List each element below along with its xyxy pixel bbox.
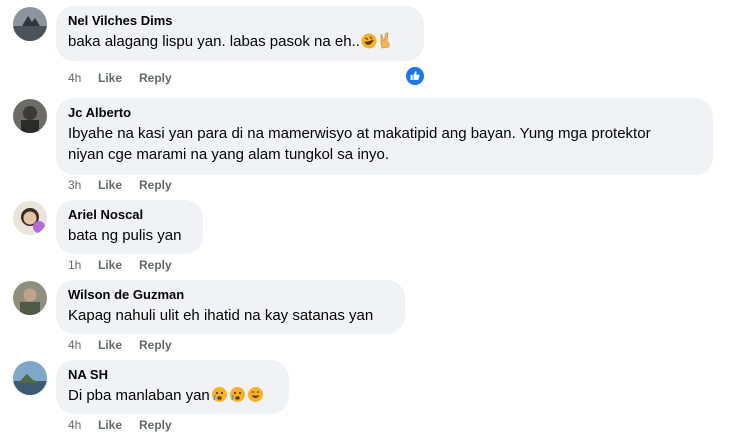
comment-text-content: baka alagang lispu yan. labas pasok na e…: [68, 33, 360, 50]
avatar[interactable]: [13, 281, 47, 315]
comment-text: Kapag nahuli ulit eh ihatid na kay satan…: [68, 307, 374, 324]
comment-author[interactable]: Jc Alberto: [68, 105, 701, 121]
victory-hand-emoji: [378, 32, 392, 55]
comment-timestamp[interactable]: 4h: [68, 338, 98, 352]
rolling-on-floor-laughing-emoji: [361, 33, 377, 55]
avatar[interactable]: [13, 7, 47, 41]
comment-actions: 1h Like Reply: [68, 258, 189, 272]
like-button[interactable]: Like: [98, 338, 122, 352]
comment-text: baka alagang lispu yan. labas pasok na e…: [68, 31, 412, 55]
comment-text-line: niyan cge marami na yang alam tungkol sa…: [68, 146, 390, 163]
grinning-face-emoji: [247, 386, 264, 409]
avatar[interactable]: [13, 361, 47, 395]
comment-actions: 3h Like Reply: [68, 178, 189, 192]
crying-face-emoji: [211, 386, 228, 409]
comment-text: Di pba manlaban yan: [68, 385, 277, 409]
reply-button[interactable]: Reply: [139, 71, 172, 85]
comment-actions: 4h Like Reply: [68, 71, 189, 85]
comment-bubble: NA SH Di pba manlaban yan: [56, 360, 289, 414]
comment-actions: 4h Like Reply: [68, 338, 189, 352]
comment-timestamp[interactable]: 4h: [68, 71, 98, 85]
comment-bubble: Ariel Noscal bata ng pulis yan: [56, 200, 203, 254]
crying-face-emoji: [229, 386, 246, 409]
like-reaction-icon[interactable]: [406, 67, 424, 85]
comment-text-content: Di pba manlaban yan: [68, 387, 210, 404]
comment-text: bata ng pulis yan: [68, 227, 182, 244]
comment-timestamp[interactable]: 4h: [68, 418, 98, 432]
avatar[interactable]: [13, 201, 47, 235]
like-button[interactable]: Like: [98, 258, 122, 272]
reply-button[interactable]: Reply: [139, 178, 172, 192]
avatar[interactable]: [13, 99, 47, 133]
reply-button[interactable]: Reply: [139, 258, 172, 272]
reply-button[interactable]: Reply: [139, 418, 172, 432]
like-button[interactable]: Like: [98, 418, 122, 432]
comment-timestamp[interactable]: 1h: [68, 258, 98, 272]
comment-author[interactable]: Ariel Noscal: [68, 207, 191, 223]
comment-author[interactable]: Nel Vilches Dims: [68, 13, 412, 29]
comment-bubble: Wilson de Guzman Kapag nahuli ulit eh ih…: [56, 280, 405, 334]
reply-button[interactable]: Reply: [139, 338, 172, 352]
comment-text-line: Ibyahe na kasi yan para di na mamerwisyo…: [68, 125, 651, 142]
comment-author[interactable]: NA SH: [68, 367, 277, 383]
comment-bubble: Jc Alberto Ibyahe na kasi yan para di na…: [56, 98, 713, 175]
like-button[interactable]: Like: [98, 71, 122, 85]
like-button[interactable]: Like: [98, 178, 122, 192]
comment-author[interactable]: Wilson de Guzman: [68, 287, 393, 303]
comment-bubble: Nel Vilches Dims baka alagang lispu yan.…: [56, 6, 424, 61]
comment-timestamp[interactable]: 3h: [68, 178, 98, 192]
comment-actions: 4h Like Reply: [68, 418, 189, 432]
